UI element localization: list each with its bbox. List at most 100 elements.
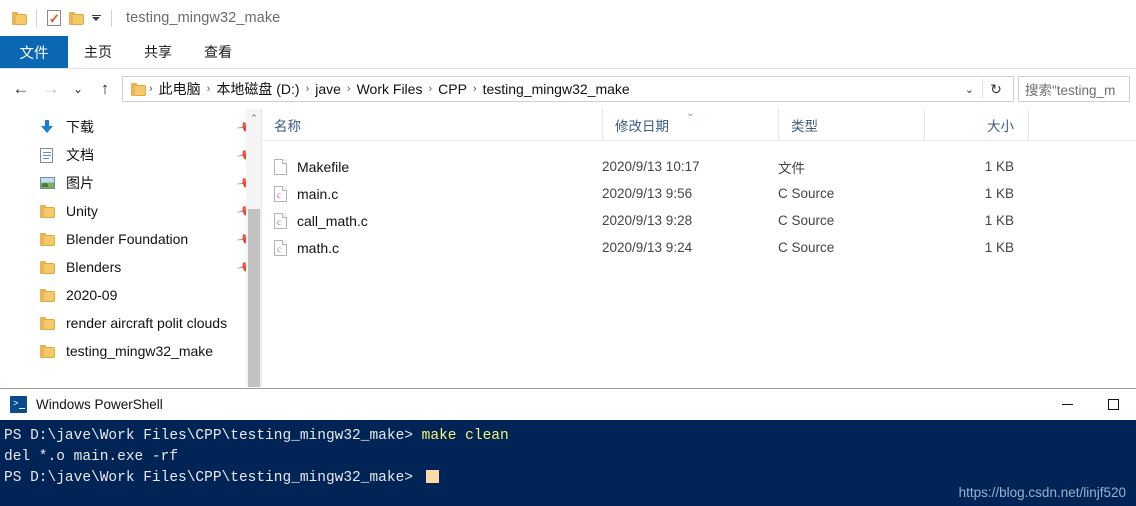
column-header-name[interactable]: 名称 bbox=[262, 109, 602, 140]
new-folder-icon[interactable] bbox=[65, 5, 87, 31]
powershell-icon: > bbox=[10, 396, 27, 413]
explorer-body: 下载 📌 文档 📌 图片 📌 bbox=[0, 108, 1136, 387]
refresh-icon[interactable]: ↻ bbox=[983, 81, 1009, 98]
file-name-cell: Makefile bbox=[262, 158, 602, 175]
breadcrumb-item-5[interactable]: testing_mingw32_make bbox=[479, 81, 634, 97]
forward-button[interactable]: → bbox=[36, 74, 66, 104]
file-date: 2020/9/13 10:17 bbox=[602, 159, 700, 174]
breadcrumb-separator: › bbox=[472, 83, 477, 95]
breadcrumb-item-2[interactable]: jave bbox=[311, 81, 345, 97]
column-label: 类型 bbox=[791, 118, 818, 134]
breadcrumb-separator: › bbox=[346, 83, 351, 95]
sidebar-item-documents[interactable]: 文档 📌 bbox=[0, 141, 262, 169]
console-output[interactable]: PS D:\jave\Work Files\CPP\testing_mingw3… bbox=[0, 420, 1136, 489]
sidebar-item-label: render aircraft polit clouds bbox=[66, 315, 228, 331]
sidebar-item-label: Unity bbox=[66, 203, 98, 219]
sidebar-item-pictures[interactable]: 图片 📌 bbox=[0, 169, 262, 197]
file-type: C Source bbox=[778, 240, 835, 255]
tab-share[interactable]: 共享 bbox=[128, 36, 188, 68]
scroll-up-icon[interactable]: ⌃ bbox=[246, 109, 262, 127]
breadcrumb-item-1[interactable]: 本地磁盘 (D:) bbox=[212, 79, 303, 99]
folder-icon bbox=[40, 204, 60, 218]
file-name: Makefile bbox=[297, 158, 350, 175]
sidebar-scrollbar[interactable]: ⌃ bbox=[246, 109, 262, 387]
sidebar-item-unity[interactable]: Unity 📌 bbox=[0, 197, 262, 225]
file-size: 1 KB bbox=[984, 240, 1014, 255]
chevron-down-icon[interactable]: ⌄ bbox=[957, 83, 982, 96]
console-cursor bbox=[425, 470, 439, 483]
c-source-icon: c bbox=[274, 212, 287, 229]
table-row[interactable]: c math.c 2020/9/13 9:24 C Source 1 KB bbox=[262, 234, 1136, 261]
console-prompt: PS D:\jave\Work Files\CPP\testing_mingw3… bbox=[4, 428, 422, 444]
address-input[interactable]: › 此电脑 › 本地磁盘 (D:) › jave › Work Files › … bbox=[122, 76, 1014, 102]
explorer-title-bar: ✓ testing_mingw32_make bbox=[0, 0, 1136, 36]
file-name: main.c bbox=[297, 185, 339, 202]
breadcrumb-item-0[interactable]: 此电脑 bbox=[155, 79, 205, 99]
sidebar-item-blenders[interactable]: Blenders 📌 bbox=[0, 253, 262, 281]
table-row[interactable]: Makefile 2020/9/13 10:17 文件 1 KB bbox=[262, 153, 1136, 180]
column-label: 名称 bbox=[274, 118, 301, 134]
column-headers: 名称 ⌄ 修改日期 类型 大小 bbox=[262, 108, 1136, 141]
folder-icon bbox=[40, 260, 60, 274]
properties-icon[interactable]: ✓ bbox=[43, 5, 65, 31]
file-date: 2020/9/13 9:28 bbox=[602, 213, 693, 228]
file-type: C Source bbox=[778, 186, 835, 201]
folder-icon bbox=[40, 316, 60, 330]
column-header-type[interactable]: 类型 bbox=[778, 109, 924, 140]
folder-icon[interactable] bbox=[8, 5, 30, 31]
document-icon bbox=[40, 147, 60, 163]
sidebar-item-label: testing_mingw32_make bbox=[66, 343, 214, 359]
minimize-button[interactable] bbox=[1044, 389, 1090, 420]
tab-home[interactable]: 主页 bbox=[68, 36, 128, 68]
console-output-line: del *.o main.exe -rf bbox=[4, 449, 179, 465]
folder-icon bbox=[40, 232, 60, 246]
file-name: math.c bbox=[297, 239, 340, 256]
file-name: call_math.c bbox=[297, 212, 368, 229]
maximize-button[interactable] bbox=[1090, 389, 1136, 420]
file-size: 1 KB bbox=[984, 159, 1014, 174]
window-title: testing_mingw32_make bbox=[126, 10, 281, 26]
up-button[interactable]: ↑ bbox=[90, 74, 120, 104]
sidebar-item-label: 图片 bbox=[66, 175, 94, 191]
file-name-cell: c math.c bbox=[262, 239, 602, 256]
folder-icon bbox=[40, 288, 60, 302]
breadcrumb-item-3[interactable]: Work Files bbox=[353, 81, 427, 97]
recent-locations-button[interactable]: ⌄ bbox=[66, 74, 90, 104]
search-input[interactable]: 搜索"testing_m bbox=[1018, 76, 1130, 102]
file-icon bbox=[274, 158, 287, 175]
column-header-date[interactable]: ⌄ 修改日期 bbox=[602, 108, 778, 140]
sidebar-item-label: 2020-09 bbox=[66, 287, 118, 303]
tab-view[interactable]: 查看 bbox=[188, 36, 248, 68]
column-label: 修改日期 bbox=[615, 118, 669, 134]
breadcrumb-item-4[interactable]: CPP bbox=[434, 81, 471, 97]
file-name-cell: c call_math.c bbox=[262, 212, 602, 229]
file-date: 2020/9/13 9:56 bbox=[602, 186, 693, 201]
sidebar-item-render-aircraft[interactable]: render aircraft polit clouds bbox=[0, 309, 262, 337]
sidebar-item-label: Blender Foundation bbox=[66, 231, 189, 247]
window-controls bbox=[1044, 389, 1136, 420]
sort-chevron-icon: ⌄ bbox=[686, 108, 695, 119]
search-placeholder: 搜索"testing_m bbox=[1025, 83, 1116, 98]
watermark: https://blog.csdn.net/linjf520 bbox=[958, 485, 1126, 500]
table-row[interactable]: c call_math.c 2020/9/13 9:28 C Source 1 … bbox=[262, 207, 1136, 234]
chevron-down-icon[interactable] bbox=[87, 5, 105, 31]
column-header-size[interactable]: 大小 bbox=[924, 109, 1028, 140]
console-command: make clean bbox=[421, 428, 509, 444]
tab-file[interactable]: 文件 bbox=[0, 36, 68, 68]
breadcrumb-separator: › bbox=[149, 83, 153, 95]
table-row[interactable]: c main.c 2020/9/13 9:56 C Source 1 KB bbox=[262, 180, 1136, 207]
sidebar-item-testing-mingw32-make[interactable]: testing_mingw32_make bbox=[0, 337, 262, 365]
scrollbar-thumb[interactable] bbox=[248, 209, 260, 387]
sidebar-item-blender-foundation[interactable]: Blender Foundation 📌 bbox=[0, 225, 262, 253]
sidebar-item-downloads[interactable]: 下载 📌 bbox=[0, 113, 262, 141]
divider bbox=[111, 9, 112, 27]
breadcrumb-separator: › bbox=[206, 83, 211, 95]
screen: ✓ testing_mingw32_make 文件 主页 共享 查看 ← → ⌄ bbox=[0, 0, 1136, 506]
back-button[interactable]: ← bbox=[6, 74, 36, 104]
powershell-title-bar[interactable]: > Windows PowerShell bbox=[0, 389, 1136, 420]
c-source-icon: c bbox=[274, 185, 287, 202]
file-type: C Source bbox=[778, 213, 835, 228]
file-date: 2020/9/13 9:24 bbox=[602, 240, 693, 255]
download-icon bbox=[40, 120, 60, 134]
sidebar-item-2020-09[interactable]: 2020-09 bbox=[0, 281, 262, 309]
